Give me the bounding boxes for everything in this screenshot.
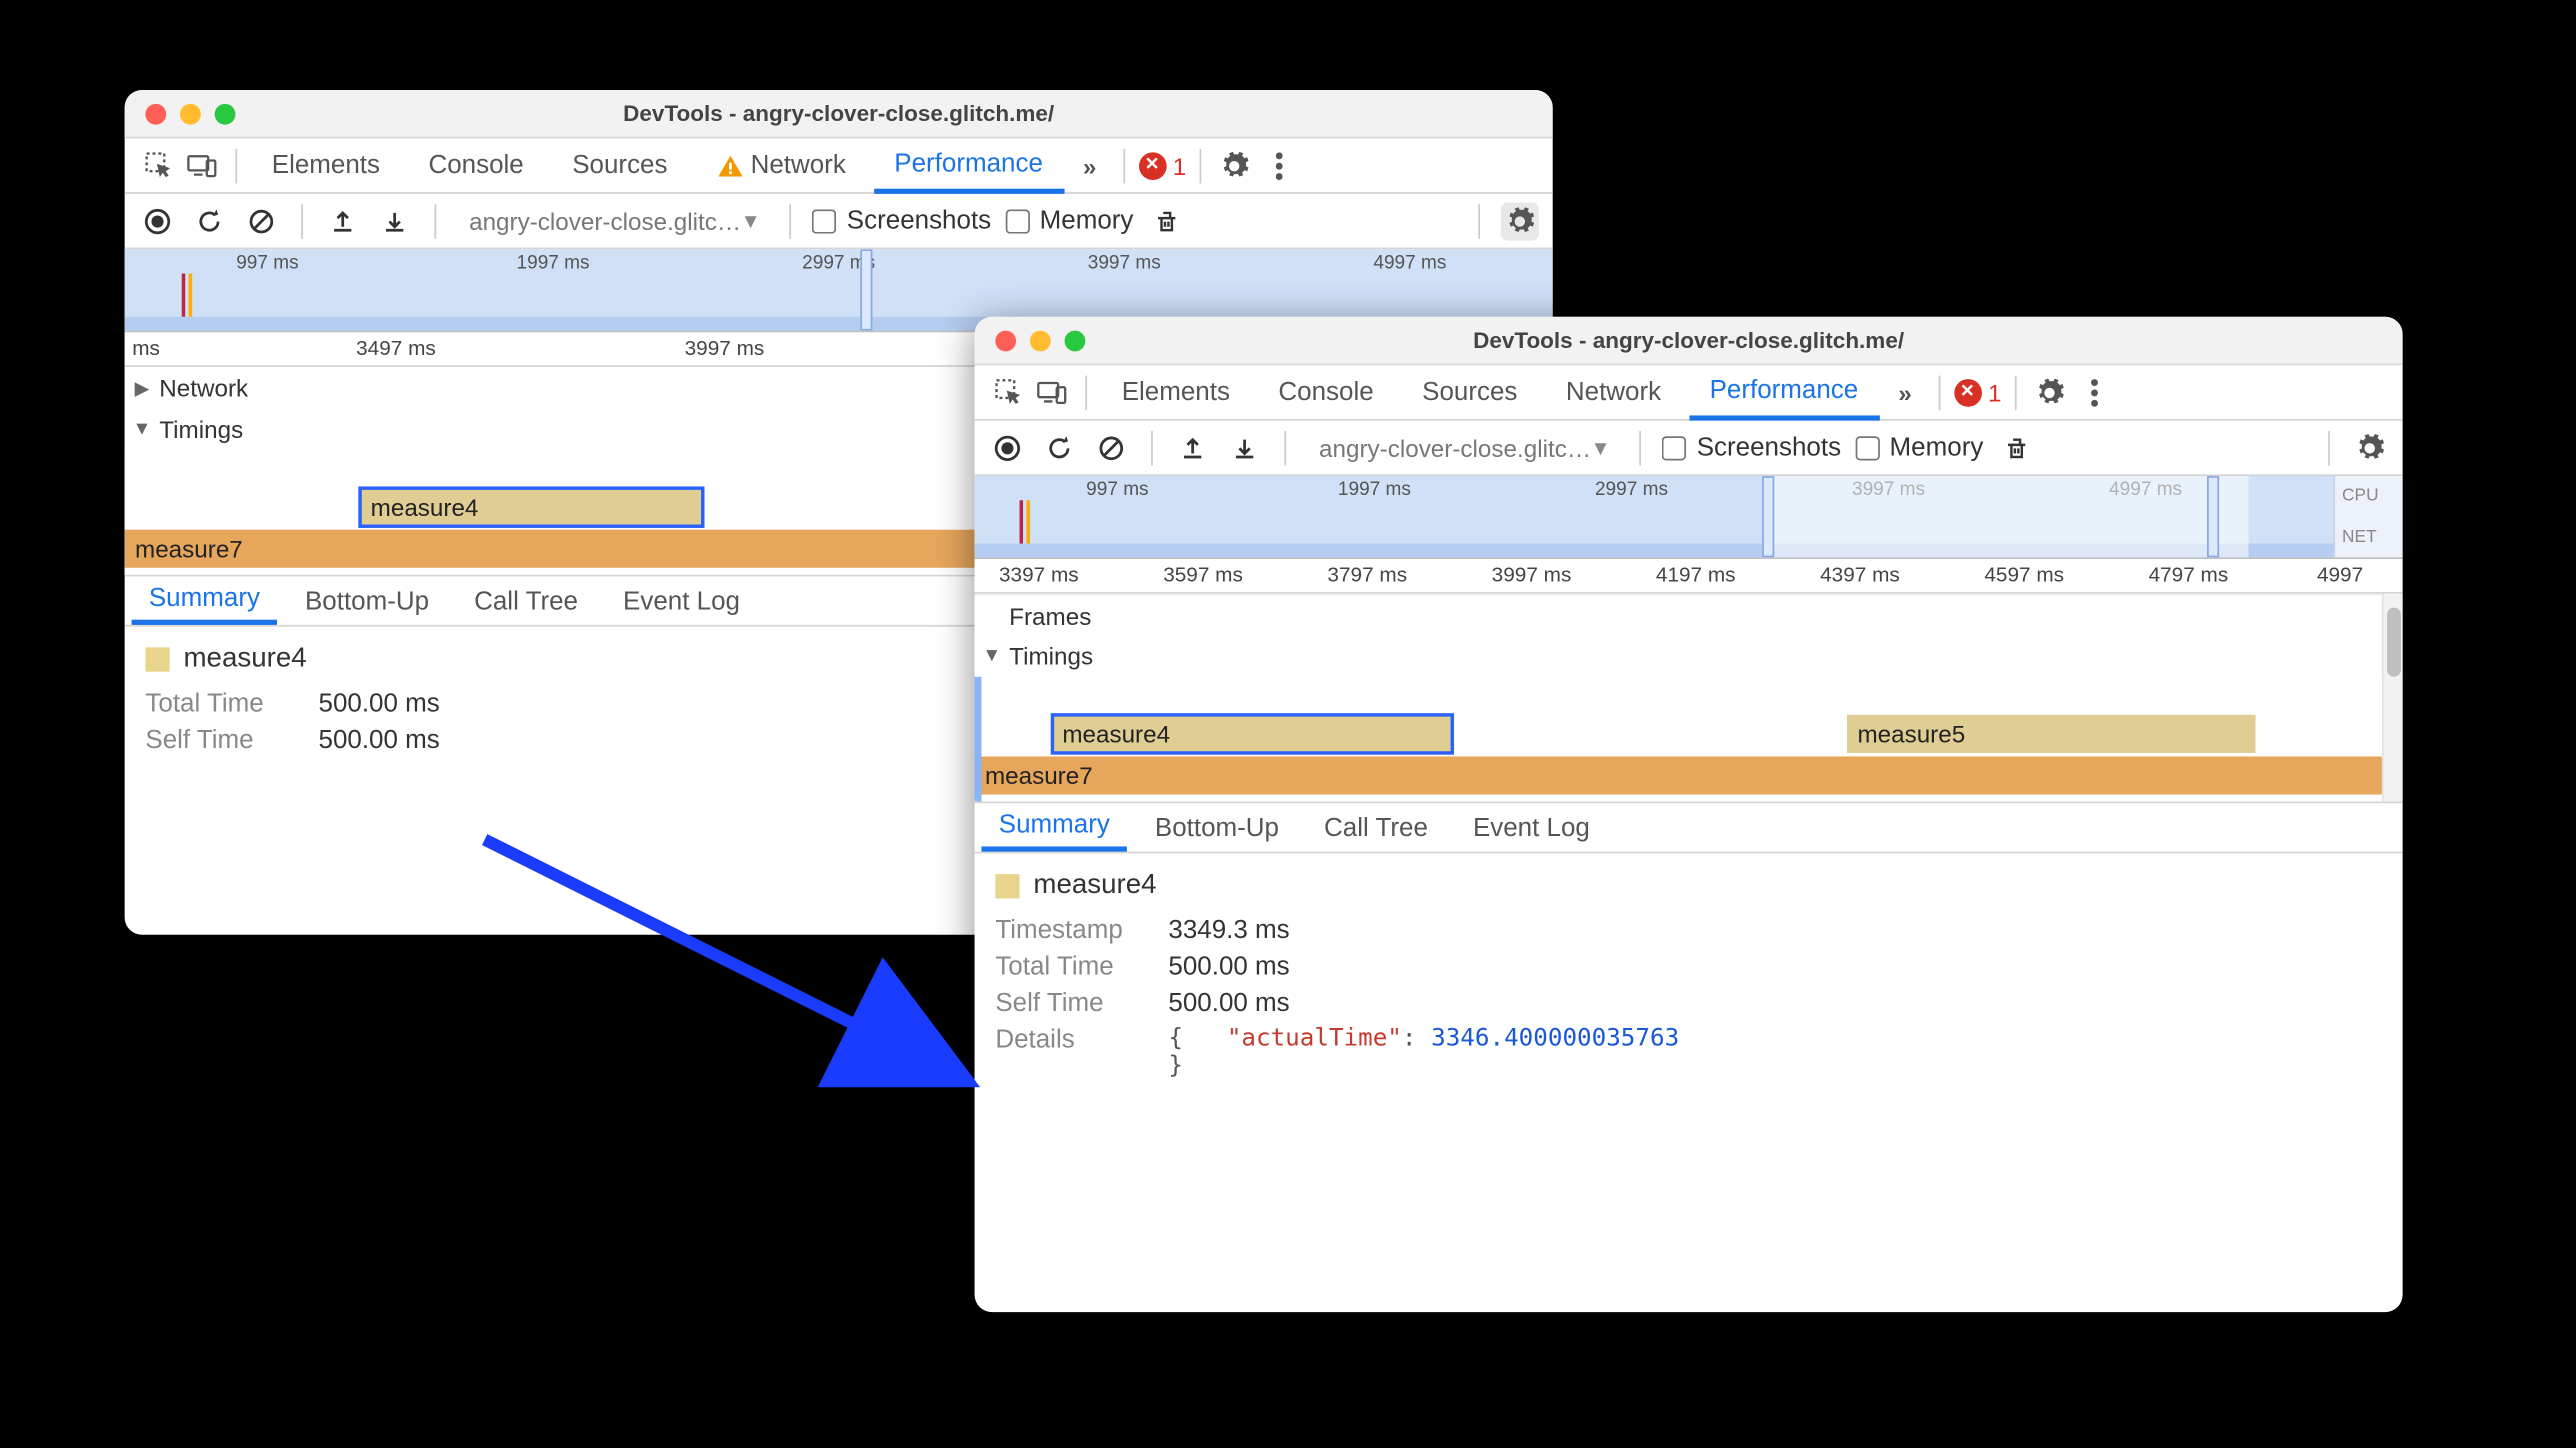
titlebar: DevTools - angry-clover-close.glitch.me/ (125, 90, 1553, 138)
garbage-collect-icon[interactable] (1147, 202, 1185, 240)
tab-network[interactable]: Network (695, 138, 866, 193)
kebab-menu-icon[interactable] (1261, 146, 1299, 184)
record-icon[interactable] (988, 428, 1026, 466)
tab-elements[interactable]: Elements (1101, 364, 1251, 419)
summary-title: measure4 (183, 644, 306, 675)
track-timings[interactable]: ▼Timings (975, 635, 2382, 677)
upload-icon[interactable] (324, 202, 362, 240)
details-label: Details (995, 1025, 1168, 1080)
window-title: DevTools - angry-clover-close.glitch.me/ (125, 100, 1553, 126)
timestamp-label: Timestamp (995, 916, 1168, 945)
kebab-menu-icon[interactable] (2076, 373, 2114, 411)
error-count[interactable]: 1 (1138, 151, 1186, 179)
performance-toolbar: angry-clover-close.glitc…▾ Screenshots M… (975, 421, 2403, 476)
summary-title: measure4 (1033, 871, 1156, 902)
zoom-icon[interactable] (1065, 330, 1086, 351)
bar-measure4[interactable]: measure4 (1052, 715, 1453, 753)
tab-performance[interactable]: Performance (1689, 364, 1879, 419)
tab-sources[interactable]: Sources (1401, 364, 1538, 419)
more-tabs-icon[interactable]: » (1071, 146, 1109, 184)
memory-checkbox[interactable]: Memory (1855, 433, 1983, 462)
reload-icon[interactable] (190, 202, 228, 240)
screenshots-checkbox[interactable]: Screenshots (812, 206, 991, 235)
clear-icon[interactable] (242, 202, 280, 240)
performance-toolbar: angry-clover-close.glitc…▾ Screenshots M… (125, 194, 1553, 249)
summary-panel: measure4 Timestamp 3349.3 ms Total Time … (975, 853, 2403, 1097)
self-time-label: Self Time (995, 988, 1168, 1017)
tab-event-log[interactable]: Event Log (1456, 803, 1608, 851)
download-icon[interactable] (1226, 428, 1264, 466)
inspect-icon[interactable] (988, 373, 1026, 411)
main-tabs: Elements Console Sources Network Perform… (125, 138, 1553, 193)
detail-tabs: Summary Bottom-Up Call Tree Event Log (975, 801, 2403, 853)
bar-measure7[interactable]: measure7 (975, 756, 2382, 794)
tab-call-tree[interactable]: Call Tree (1307, 803, 1446, 851)
tab-sources[interactable]: Sources (551, 138, 688, 193)
reload-icon[interactable] (1040, 428, 1078, 466)
titlebar: DevTools - angry-clover-close.glitch.me/ (975, 317, 2403, 365)
devtools-window-right: DevTools - angry-clover-close.glitch.me/… (975, 317, 2403, 1312)
details-json: { "actualTime": 3346.400000035763 } (1168, 1025, 2381, 1080)
self-time-label: Self Time (145, 725, 318, 754)
warning-icon (716, 153, 744, 177)
bar-measure5[interactable]: measure5 (1847, 715, 2255, 753)
device-mode-icon[interactable] (183, 146, 221, 184)
total-time-label: Total Time (995, 952, 1168, 981)
capture-settings-gear-icon[interactable] (1501, 202, 1539, 240)
garbage-collect-icon[interactable] (1997, 428, 2035, 466)
close-icon[interactable] (145, 103, 166, 124)
download-icon[interactable] (376, 202, 414, 240)
window-title: DevTools - angry-clover-close.glitch.me/ (975, 327, 2403, 353)
color-swatch (995, 874, 1019, 898)
gear-icon[interactable] (2031, 373, 2069, 411)
color-swatch (145, 647, 169, 671)
tab-call-tree[interactable]: Call Tree (457, 576, 596, 624)
tab-elements[interactable]: Elements (251, 138, 401, 193)
tab-performance[interactable]: Performance (874, 138, 1064, 193)
vertical-scrollbar[interactable] (2382, 594, 2403, 802)
zoom-icon[interactable] (215, 103, 236, 124)
timings-canvas[interactable]: measure4 measure5 measure7 (975, 677, 2382, 802)
device-mode-icon[interactable] (1033, 373, 1071, 411)
record-icon[interactable] (138, 202, 176, 240)
timestamp-value: 3349.3 ms (1168, 916, 2381, 945)
more-tabs-icon[interactable]: » (1886, 373, 1924, 411)
bar-measure4[interactable]: measure4 (360, 488, 703, 526)
error-count[interactable]: 1 (1953, 378, 2001, 406)
tab-network[interactable]: Network (1545, 364, 1682, 419)
tab-event-log[interactable]: Event Log (606, 576, 758, 624)
total-time-label: Total Time (145, 689, 318, 718)
profile-selector[interactable]: angry-clover-close.glitc…▾ (457, 202, 769, 240)
overview-minimap[interactable]: 997 ms 1997 ms 2997 ms 3997 ms 4997 ms C… (975, 476, 2403, 559)
tab-bottom-up[interactable]: Bottom-Up (288, 576, 447, 624)
track-frames[interactable]: ▶Frames (975, 594, 2382, 636)
main-tabs: Elements Console Sources Network Perform… (975, 365, 2403, 420)
tab-console[interactable]: Console (1258, 364, 1395, 419)
capture-settings-gear-icon[interactable] (2351, 428, 2389, 466)
minimize-icon[interactable] (1030, 330, 1051, 351)
total-time-value: 500.00 ms (1168, 952, 2381, 981)
flame-tracks: ▶Frames ▼Timings measure4 measure5 measu… (975, 594, 2403, 802)
clear-icon[interactable] (1092, 428, 1130, 466)
tab-summary[interactable]: Summary (981, 803, 1127, 851)
profile-selector[interactable]: angry-clover-close.glitc…▾ (1307, 428, 1619, 466)
inspect-icon[interactable] (138, 146, 176, 184)
gear-icon[interactable] (1216, 146, 1254, 184)
minimize-icon[interactable] (180, 103, 201, 124)
upload-icon[interactable] (1174, 428, 1212, 466)
screenshots-checkbox[interactable]: Screenshots (1662, 433, 1841, 462)
tab-bottom-up[interactable]: Bottom-Up (1138, 803, 1297, 851)
close-icon[interactable] (995, 330, 1016, 351)
tab-console[interactable]: Console (408, 138, 545, 193)
overview-cpu-label: CPU (2342, 487, 2396, 506)
memory-checkbox[interactable]: Memory (1005, 206, 1133, 235)
overview-net-label: NET (2342, 528, 2396, 547)
self-time-value: 500.00 ms (1168, 988, 2381, 1017)
tab-summary[interactable]: Summary (132, 576, 278, 624)
timeline-ruler[interactable]: 3397 ms 3597 ms 3797 ms 3997 ms 4197 ms … (975, 559, 2403, 594)
